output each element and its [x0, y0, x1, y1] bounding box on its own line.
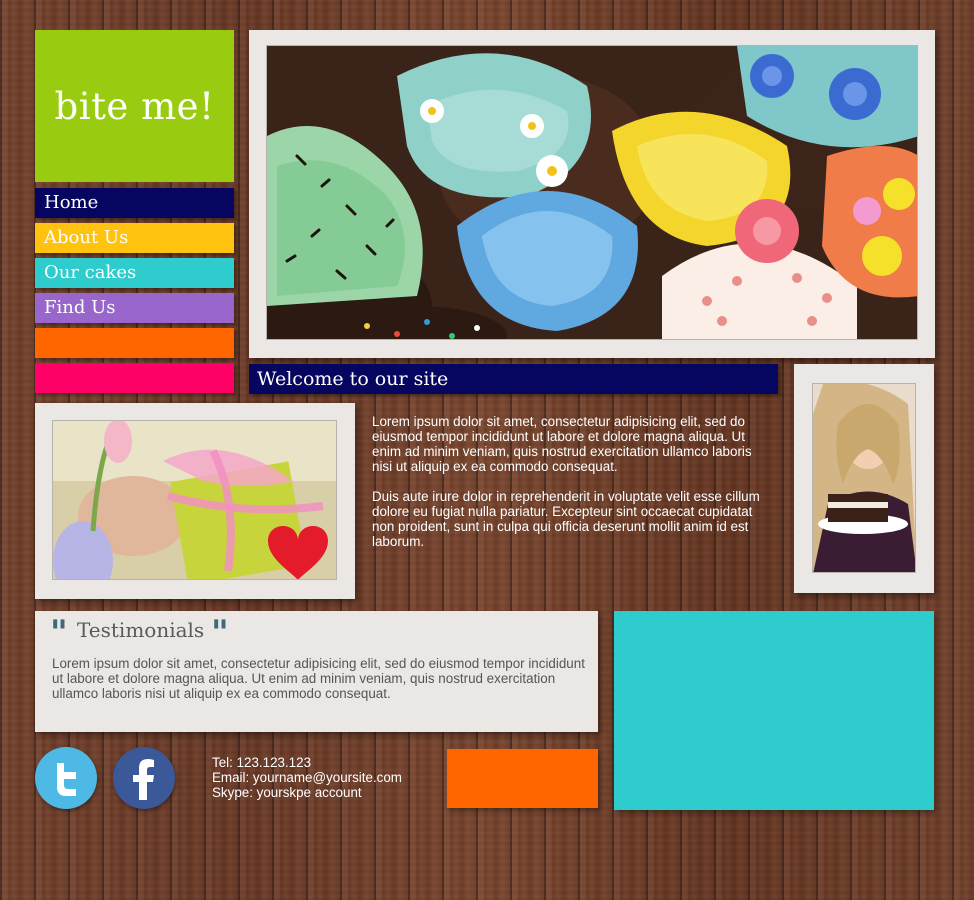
- nav-item-empty-orange[interactable]: [35, 328, 234, 358]
- testimonials-text: Lorem ipsum dolor sit amet, consectetur …: [52, 656, 585, 701]
- contact-tel: Tel: 123.123.123: [212, 755, 312, 770]
- testimonials-heading: Testimonials: [77, 618, 205, 642]
- gift-frame: [35, 403, 355, 599]
- welcome-paragraph-2: Duis aute irure dolor in reprehenderit i…: [372, 489, 760, 549]
- nav-item-home[interactable]: Home: [35, 188, 234, 218]
- nav-item-our-cakes[interactable]: Our cakes: [35, 258, 234, 288]
- facebook-icon[interactable]: [113, 747, 175, 809]
- welcome-body: Lorem ipsum dolor sit amet, consectetur …: [372, 414, 774, 549]
- nav-item-find-us[interactable]: Find Us: [35, 293, 234, 323]
- contact-info: Tel: 123.123.123 Email: yourname@yoursit…: [212, 755, 402, 800]
- logo[interactable]: bite me!: [35, 30, 234, 182]
- teal-block: [614, 611, 934, 810]
- contact-email: Email: yourname@yoursite.com: [212, 770, 402, 785]
- logo-text: bite me!: [54, 84, 215, 128]
- orange-block: [447, 749, 598, 808]
- gift-image: [52, 420, 337, 580]
- welcome-heading: Welcome to our site: [249, 364, 778, 394]
- hero-frame: [249, 30, 935, 358]
- twitter-icon[interactable]: [35, 747, 97, 809]
- contact-skype: Skype: yourskpe account: [212, 785, 362, 800]
- nav-item-about-us[interactable]: About Us: [35, 223, 234, 253]
- portrait-frame: [794, 364, 934, 593]
- hero-cupcakes-image: [266, 45, 918, 340]
- quote-open-icon: ": [50, 613, 68, 653]
- welcome-paragraph-1: Lorem ipsum dolor sit amet, consectetur …: [372, 414, 752, 474]
- nav-item-empty-pink[interactable]: [35, 363, 234, 393]
- woman-cake-image: [812, 383, 916, 573]
- quote-close-icon: ": [211, 613, 229, 653]
- testimonials-box: " Testimonials " Lorem ipsum dolor sit a…: [35, 611, 598, 732]
